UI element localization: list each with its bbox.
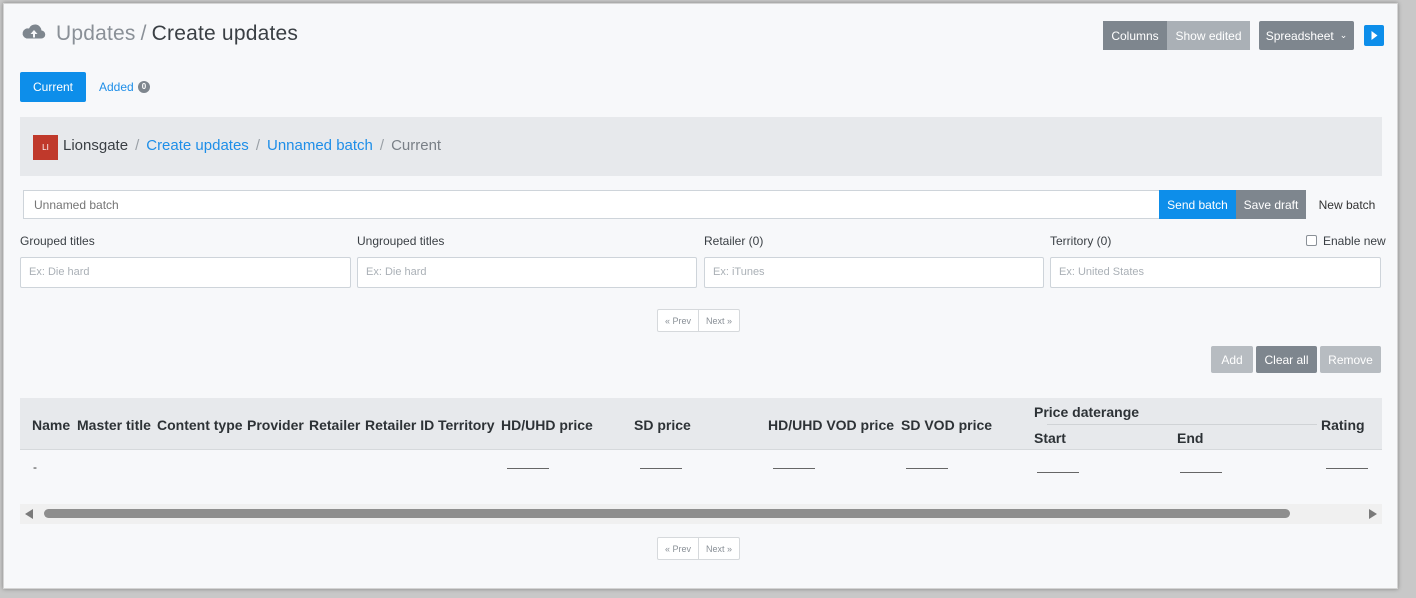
horizontal-scrollbar[interactable] (20, 504, 1382, 524)
column-header[interactable]: Price daterange (1034, 404, 1139, 420)
column-header[interactable]: SD VOD price (901, 417, 992, 433)
play-button[interactable] (1364, 25, 1384, 46)
pager-top: « Prev Next » (657, 309, 741, 332)
send-batch-button[interactable]: Send batch (1159, 190, 1236, 219)
sd-price-field[interactable] (640, 468, 682, 469)
breadcrumb-batch[interactable]: Unnamed batch (267, 137, 373, 154)
prev-page-button[interactable]: « Prev (658, 538, 698, 559)
tab-added-label: Added (99, 80, 134, 94)
company-logo: LI (33, 135, 58, 160)
breadcrumb-separator: / (379, 137, 385, 154)
rating-field[interactable] (1326, 468, 1368, 469)
show-edited-button[interactable]: Show edited (1167, 21, 1250, 50)
play-icon (1371, 31, 1378, 40)
title-parent-link[interactable]: Updates (56, 22, 136, 45)
main-panel: Updates / Create updates Columns Show edit… (3, 3, 1398, 589)
ungrouped-titles-label: Ungrouped titles (357, 234, 445, 248)
spreadsheet-dropdown[interactable]: Spreadsheet ⌄ (1259, 21, 1354, 50)
tab-added[interactable]: Added 0 (99, 80, 151, 94)
header-divider (1047, 424, 1317, 425)
column-header[interactable]: Name (32, 417, 70, 433)
column-header[interactable]: Retailer (309, 417, 360, 433)
scroll-thumb[interactable] (44, 509, 1290, 518)
breadcrumb-company: Lionsgate (63, 137, 129, 154)
territory-input[interactable]: Ex: United States (1050, 257, 1381, 288)
ungrouped-titles-input[interactable]: Ex: Die hard (357, 257, 697, 288)
columns-button[interactable]: Columns (1103, 21, 1167, 50)
new-batch-button[interactable]: New batch (1310, 190, 1384, 219)
column-header[interactable]: Rating (1321, 417, 1365, 433)
column-header[interactable]: Master title (77, 417, 151, 433)
view-toggle-group: Columns Show edited (1103, 21, 1250, 50)
spreadsheet-label: Spreadsheet (1265, 28, 1334, 43)
clear-all-button[interactable]: Clear all (1256, 346, 1317, 373)
subcolumn-header[interactable]: Start (1034, 430, 1066, 446)
column-header[interactable]: HD/UHD VOD price (768, 417, 894, 433)
chevron-down-icon: ⌄ (1339, 30, 1348, 40)
add-button[interactable]: Add (1211, 346, 1253, 373)
title-current: Create updates (151, 22, 299, 45)
enable-new-checkbox[interactable] (1306, 235, 1317, 246)
subcolumn-header[interactable]: End (1177, 430, 1203, 446)
title-separator: / (140, 22, 147, 45)
page-title: Updates / Create updates (56, 22, 298, 46)
column-header[interactable]: Provider (247, 417, 304, 433)
retailer-label: Retailer (0) (704, 234, 764, 248)
breadcrumb-separator: / (255, 137, 260, 154)
breadcrumb-bar: LI Lionsgate / Create updates / Unnamed … (20, 117, 1382, 176)
next-page-button[interactable]: Next » (698, 538, 739, 559)
hd-price-field[interactable] (507, 468, 549, 469)
table-row[interactable]: - (20, 450, 1382, 490)
pager-bottom: « Prev Next » (657, 537, 741, 560)
table-header: Name Master title Content type Provider … (20, 398, 1382, 450)
breadcrumb-separator: / (135, 137, 140, 154)
hd-vod-price-field[interactable] (773, 468, 815, 469)
prev-page-button[interactable]: « Prev (658, 310, 698, 331)
territory-label: Territory (0) (1050, 234, 1112, 248)
end-date-field[interactable] (1180, 472, 1222, 473)
next-page-button[interactable]: Next » (698, 310, 739, 331)
column-header[interactable]: Territory (438, 417, 495, 433)
scroll-right-icon[interactable] (1369, 509, 1377, 519)
column-header[interactable]: Content type (157, 417, 243, 433)
enable-new-label: Enable new (1323, 234, 1386, 248)
column-header[interactable]: Retailer ID (365, 417, 434, 433)
cloud-upload-icon (22, 24, 46, 39)
sd-vod-price-field[interactable] (906, 468, 948, 469)
added-count-badge: 0 (137, 81, 151, 93)
retailer-input[interactable]: Ex: iTunes (704, 257, 1044, 288)
breadcrumb: Lionsgate / Create updates / Unnamed bat… (63, 137, 441, 154)
breadcrumb-create-updates[interactable]: Create updates (146, 137, 249, 154)
grouped-titles-input[interactable]: Ex: Die hard (20, 257, 351, 288)
grouped-titles-label: Grouped titles (20, 234, 95, 248)
name-cell: - (33, 460, 37, 474)
column-header[interactable]: SD price (634, 417, 691, 433)
tab-current[interactable]: Current (20, 72, 86, 102)
remove-button[interactable]: Remove (1320, 346, 1381, 373)
start-date-field[interactable] (1037, 472, 1079, 473)
batch-name-input[interactable] (23, 190, 1160, 219)
save-draft-button[interactable]: Save draft (1236, 190, 1306, 219)
scroll-left-icon[interactable] (25, 509, 33, 519)
breadcrumb-current: Current (391, 137, 442, 154)
column-header[interactable]: HD/UHD price (501, 417, 593, 433)
